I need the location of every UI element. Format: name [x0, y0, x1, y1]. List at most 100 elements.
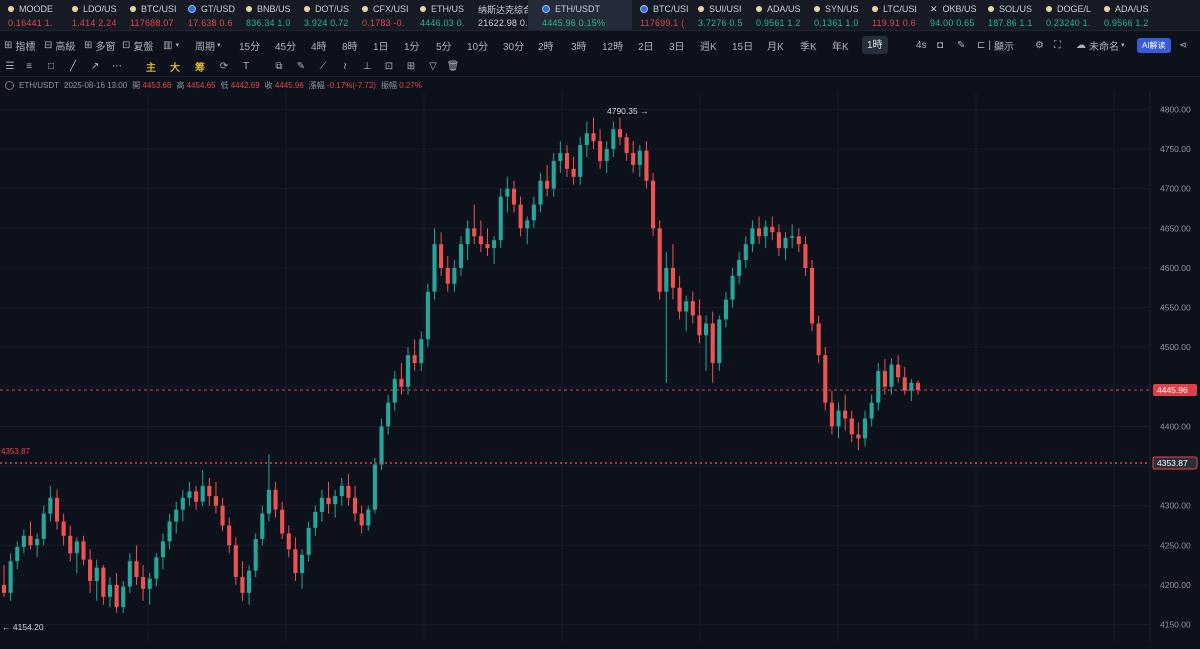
- advanced-button[interactable]: ⊟ 高級: [44, 34, 75, 56]
- indicator-icon: ⊞: [4, 39, 13, 51]
- timeframe-3[interactable]: 8時: [342, 34, 358, 56]
- collapse-icon[interactable]: [5, 80, 14, 90]
- ai-analysis-button[interactable]: AI解读: [1137, 34, 1171, 56]
- indicator-button[interactable]: ⊞ 指標: [4, 34, 35, 56]
- ticker-ethusdt-9[interactable]: ETH/USDT 4445.96 0.15%: [528, 0, 632, 30]
- measure-tool[interactable]: ⊥: [360, 57, 374, 75]
- ticker-ethus-7[interactable]: ETH/US 4446.03 0.: [412, 0, 470, 30]
- edit-button[interactable]: ✎: [957, 34, 968, 56]
- ticker-synus-13[interactable]: SYN/US 0.1361 1.0: [806, 0, 864, 30]
- ticker-bnbus-4[interactable]: BNB/US 836.34 1.0: [238, 0, 296, 30]
- text-tool[interactable]: T: [239, 57, 253, 75]
- timeframe-2[interactable]: 4時: [311, 34, 327, 56]
- chart-type-button[interactable]: ▥ ▾: [163, 34, 182, 56]
- open-label: 開: [132, 80, 141, 90]
- timeframe-4[interactable]: 1日: [373, 34, 389, 56]
- timeframe-label: 1日: [373, 41, 389, 53]
- timeframe-13[interactable]: 3日: [669, 34, 685, 56]
- ticker-btcusi-2[interactable]: BTC/USI 117688.07: [122, 0, 180, 30]
- chevron-down-icon: ▾: [175, 42, 179, 49]
- ticker-bar: MOODE 0.16441 1. LDO/US 1.414 2.24 BTC/USI 11…: [0, 0, 1200, 31]
- crop-tool[interactable]: ⊞: [404, 57, 418, 75]
- ticker-moode-0[interactable]: MOODE 0.16441 1.: [0, 0, 64, 30]
- ticker-okbus-15[interactable]: ✕ OKB/US 94.00 0.65: [922, 0, 980, 30]
- candle-body: [81, 541, 86, 560]
- more-tools-button[interactable]: ⋯: [110, 57, 124, 75]
- candle-body: [796, 236, 801, 245]
- timeframe-15[interactable]: 15日: [732, 34, 753, 56]
- refresh-tool[interactable]: ⟳: [217, 57, 231, 75]
- timeframe-12[interactable]: 2日: [638, 34, 654, 56]
- ticker-ltcusi-14[interactable]: LTC/USI 119.91 0.6: [864, 0, 922, 30]
- timeframe-0[interactable]: 15分: [239, 34, 260, 56]
- multi-window-button[interactable]: ⊞ 多窗: [84, 34, 115, 56]
- ticker-price: 3.7276: [698, 18, 727, 28]
- seconds-toggle[interactable]: 4s: [916, 34, 927, 56]
- timeframe-18[interactable]: 年K: [832, 34, 849, 56]
- ticker-solus-16[interactable]: SOL/US 187.86 1.1: [980, 0, 1038, 30]
- candle-body: [352, 497, 358, 514]
- timeframe-11[interactable]: 12時: [602, 34, 623, 56]
- timeframe-17[interactable]: 季K: [800, 34, 817, 56]
- pattern-tool[interactable]: ≀: [338, 57, 352, 75]
- ticker-adaus-12[interactable]: ADA/US 0.9561 1.2: [748, 0, 806, 30]
- timeframe-19[interactable]: 1時: [862, 34, 888, 56]
- share-button[interactable]: ⋖: [1179, 34, 1190, 56]
- ticker-change: -0.: [390, 18, 405, 28]
- ticker-symbol-row: LTC/USI: [872, 3, 922, 15]
- candle-body: [624, 137, 629, 154]
- ray-tool[interactable]: ↗: [88, 57, 102, 75]
- indicator-label: 指標: [15, 41, 36, 53]
- timeframe-label: 2時: [538, 41, 554, 53]
- note-icon: ⊡: [384, 60, 394, 72]
- timeframe-1[interactable]: 45分: [275, 34, 296, 56]
- brush-tool[interactable]: ✎: [294, 57, 308, 75]
- copy-tool[interactable]: ⧉: [272, 57, 286, 75]
- candle-body: [240, 577, 245, 593]
- timeframe-8[interactable]: 30分: [503, 34, 524, 56]
- rectangle-tool[interactable]: □: [44, 57, 58, 75]
- fullscreen-button[interactable]: ⛶: [1054, 34, 1064, 56]
- note-tool[interactable]: ⊡: [382, 57, 396, 75]
- big-chip-button[interactable]: 大: [168, 57, 182, 75]
- screenshot-button[interactable]: ◘: [937, 34, 946, 56]
- filter-tool[interactable]: ▽: [426, 57, 440, 75]
- segment-tool[interactable]: ⟋: [316, 57, 330, 75]
- ticker-adaus-18[interactable]: ADA/US 0.9566 1.2: [1096, 0, 1166, 30]
- timeframe-9[interactable]: 2時: [538, 34, 554, 56]
- ticker-change: 1.2: [1132, 18, 1149, 28]
- main-chip-button[interactable]: 主: [144, 57, 158, 75]
- ticker-dogel-17[interactable]: DOGE/L 0.23240 1.: [1038, 0, 1096, 30]
- replay-button[interactable]: ⊡ 复盤: [122, 34, 153, 56]
- timeframe-6[interactable]: 5分: [436, 34, 452, 56]
- ticker-ldous-1[interactable]: LDO/US 1.414 2.24: [64, 0, 122, 30]
- ohlc-info: ETH/USDT 2025-08-16 13:00 開 4453.68 高 44…: [5, 79, 422, 91]
- amplitude-value: 0.27%: [399, 80, 422, 90]
- candlestick-chart[interactable]: 4150.004200.004250.004300.004350.004400.…: [0, 92, 1200, 642]
- delete-tool[interactable]: 🗑: [446, 57, 460, 75]
- timeframe-16[interactable]: 月K: [767, 34, 784, 56]
- chip-distribution-button[interactable]: 筹: [193, 57, 207, 75]
- menu-button[interactable]: ☰: [3, 57, 17, 75]
- timeframe-10[interactable]: 3時: [571, 34, 587, 56]
- ticker-change: 2.24: [95, 18, 117, 28]
- ticker--8[interactable]: 纳斯达克综合 21622.98 0.00: [470, 0, 528, 30]
- display-button[interactable]: ⊏ | 顯示: [977, 34, 1014, 56]
- ticker-symbol-row: BTC/USI: [640, 3, 690, 15]
- ticker-suiusi-11[interactable]: SUI/USI 3.7276 0.5: [690, 0, 748, 30]
- candle-body: [849, 418, 854, 435]
- layout-dropdown[interactable]: ☁ 未命名 ▾: [1076, 34, 1128, 56]
- timeframe-7[interactable]: 10分: [467, 34, 488, 56]
- line-tool[interactable]: ╱: [66, 57, 80, 75]
- timeframe-5[interactable]: 1分: [404, 34, 420, 56]
- ticker-cfxusi-6[interactable]: CFX/USI 0.1783 -0.: [354, 0, 412, 30]
- ticker-gtusd-3[interactable]: GT/USD 17.638 0.6: [180, 0, 238, 30]
- ticker-btcusi-10[interactable]: BTC/USI 117699.1 (: [632, 0, 690, 30]
- ticker-dotus-5[interactable]: DOT/US 3.924 0.72: [296, 0, 354, 30]
- settings-button[interactable]: ⚙: [1035, 34, 1047, 56]
- timeframe-14[interactable]: 週K: [700, 34, 717, 56]
- seconds-label: 4s: [916, 39, 927, 51]
- period-dropdown[interactable]: 周期 ▾: [195, 34, 224, 56]
- list-button[interactable]: ≡: [22, 57, 36, 75]
- ticker-symbol: ADA/US: [767, 4, 801, 14]
